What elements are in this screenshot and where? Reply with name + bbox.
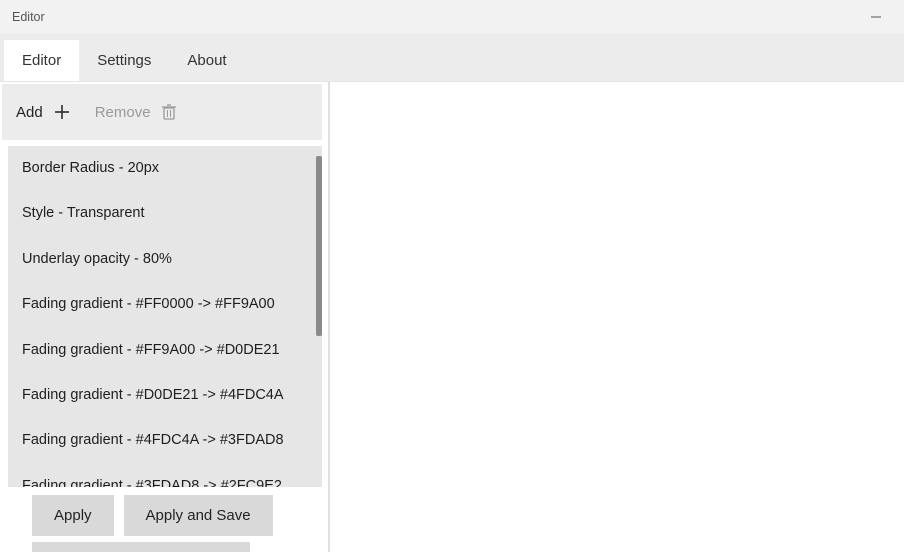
add-button[interactable]: Add: [16, 103, 71, 121]
add-button-label: Add: [16, 104, 43, 121]
apply-and-save-button[interactable]: Apply and Save: [124, 495, 273, 536]
remove-button-label: Remove: [95, 104, 151, 121]
tab-editor[interactable]: Editor: [4, 40, 79, 81]
titlebar: Editor: [0, 0, 904, 34]
trash-icon: [161, 103, 177, 121]
property-list[interactable]: Border Radius - 20px Style - Transparent…: [8, 146, 322, 487]
footer-extra-button[interactable]: [32, 542, 250, 552]
tab-about[interactable]: About: [169, 40, 244, 81]
list-item[interactable]: Underlay opacity - 80%: [8, 237, 322, 282]
list-item[interactable]: Fading gradient - #4FDC4A -> #3FDAD8: [8, 418, 322, 463]
minimize-button[interactable]: [854, 2, 898, 32]
list-item[interactable]: Fading gradient - #FF9A00 -> #D0DE21: [8, 328, 322, 373]
list-toolbar: Add Remove: [2, 84, 322, 140]
tab-bar: Editor Settings About: [0, 34, 904, 82]
sidebar: Add Remove Border Radius - 20px Style - …: [0, 82, 330, 552]
tab-settings[interactable]: Settings: [79, 40, 169, 81]
footer-buttons: Apply Apply and Save: [0, 489, 328, 536]
list-item[interactable]: Fading gradient - #3FDAD8 -> #2FC9E2: [8, 464, 322, 487]
apply-button[interactable]: Apply: [32, 495, 114, 536]
window-title: Editor: [12, 10, 45, 24]
list-item[interactable]: Fading gradient - #D0DE21 -> #4FDC4A: [8, 373, 322, 418]
list-item[interactable]: Fading gradient - #FF0000 -> #FF9A00: [8, 282, 322, 327]
scrollbar-thumb[interactable]: [316, 156, 322, 336]
main-content: [330, 82, 904, 552]
remove-button[interactable]: Remove: [95, 103, 177, 121]
list-item[interactable]: Border Radius - 20px: [8, 146, 322, 191]
list-item[interactable]: Style - Transparent: [8, 191, 322, 236]
plus-icon: [53, 103, 71, 121]
